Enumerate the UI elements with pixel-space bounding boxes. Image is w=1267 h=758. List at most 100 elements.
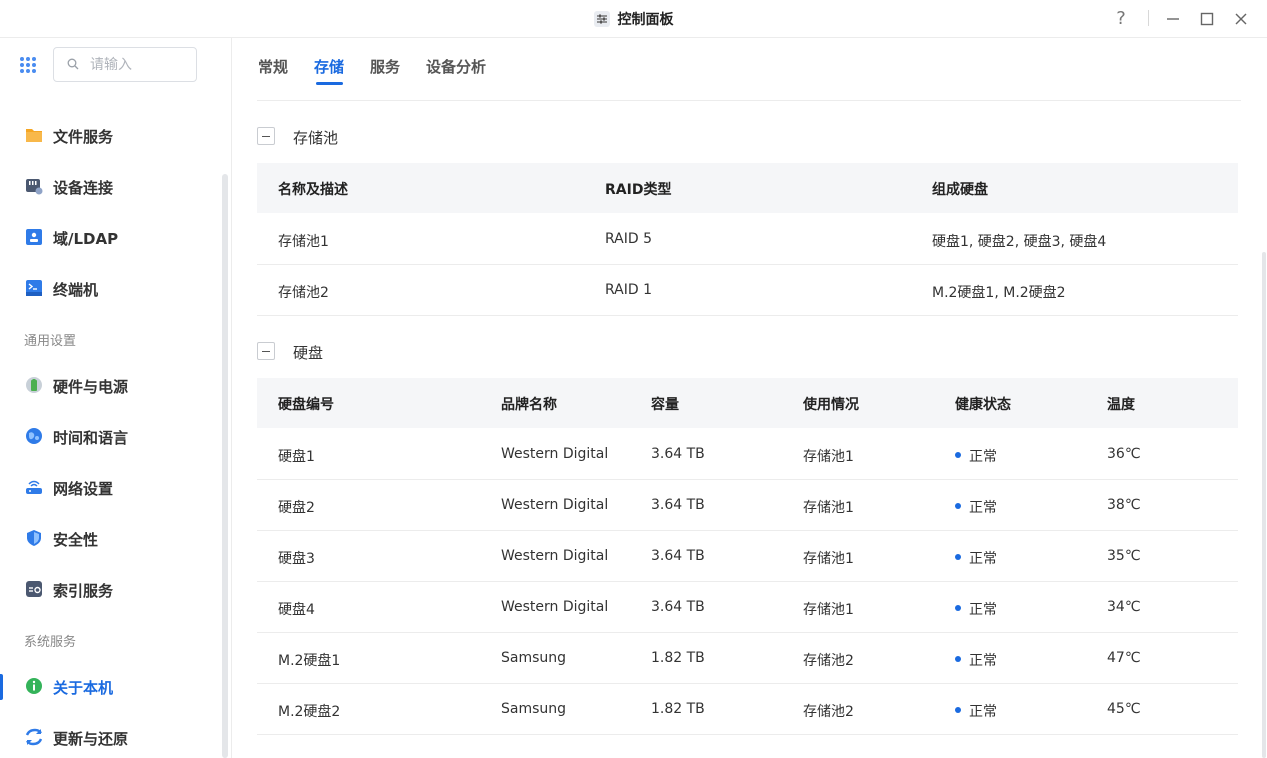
table-row[interactable]: 硬盘1 Western Digital 3.64 TB 存储池1 正常 36℃ [257, 429, 1238, 480]
sidebar-item-label: 关于本机 [53, 679, 114, 697]
sidebar-item-file-service[interactable]: 文件服务 [0, 115, 222, 155]
sidebar-item-label: 索引服务 [53, 582, 114, 600]
disk-health: 正常 [955, 548, 997, 568]
sidebar-item-device-connect[interactable]: 设备连接 [0, 166, 222, 206]
table-row[interactable]: 存储池2 RAID 1 M.2硬盘1, M.2硬盘2 [257, 265, 1238, 316]
disk-capacity: 3.64 TB [651, 599, 705, 615]
table-row[interactable]: M.2硬盘2 Samsung 1.82 TB 存储池2 正常 45℃ [257, 684, 1238, 735]
window-title: 控制面板 [617, 12, 674, 28]
app-grid-icon[interactable] [19, 56, 37, 74]
health-text: 正常 [969, 653, 997, 669]
disk-usage: 存储池2 [803, 653, 854, 669]
disk-temperature: 36℃ [1107, 446, 1141, 462]
raid-type: RAID 5 [605, 231, 653, 247]
member-disks: 硬盘1, 硬盘2, 硬盘3, 硬盘4 [932, 234, 1107, 250]
table-row[interactable]: 硬盘4 Western Digital 3.64 TB 存储池1 正常 34℃ [257, 582, 1238, 633]
maximize-button[interactable] [1196, 8, 1218, 30]
column-header[interactable]: 容量 [651, 394, 679, 414]
disk-id: 硬盘4 [278, 602, 315, 618]
main-scrollbar[interactable] [1262, 252, 1266, 758]
tab-general[interactable]: 常规 [258, 56, 288, 77]
sidebar-scrollbar[interactable] [222, 174, 228, 758]
column-header[interactable]: 使用情况 [803, 394, 859, 414]
disk-usage: 存储池1 [803, 500, 854, 516]
disk-capacity: 1.82 TB [651, 701, 705, 717]
table-row[interactable]: M.2硬盘1 Samsung 1.82 TB 存储池2 正常 47℃ [257, 633, 1238, 684]
tab-services[interactable]: 服务 [370, 56, 400, 77]
search-box[interactable] [53, 47, 197, 82]
sidebar: 文件服务 设备连接 域/LDAP 终端机 通用设置 硬件与电源 时间和语言 网络… [0, 38, 232, 758]
column-header[interactable]: 名称及描述 [278, 179, 348, 199]
health-text: 正常 [969, 500, 997, 516]
section-title: 存储池 [293, 129, 339, 147]
disk-usage: 存储池1 [803, 551, 854, 567]
tab-bar: 常规 存储 服务 设备分析 [232, 38, 1267, 100]
ldap-icon [26, 229, 42, 245]
sidebar-item-about[interactable]: 关于本机 [0, 666, 222, 706]
column-header[interactable]: 组成硬盘 [932, 179, 988, 199]
folder-icon [26, 129, 42, 142]
status-dot-icon [955, 605, 961, 611]
disk-temperature: 34℃ [1107, 599, 1141, 615]
column-header[interactable]: 硬盘编号 [278, 394, 334, 414]
table-row[interactable]: 硬盘2 Western Digital 3.64 TB 存储池1 正常 38℃ [257, 480, 1238, 531]
disk-temperature: 47℃ [1107, 650, 1141, 666]
section-title: 硬盘 [293, 344, 324, 362]
sidebar-item-update-restore[interactable]: 更新与还原 [0, 717, 222, 757]
help-button[interactable]: ? [1110, 8, 1132, 30]
health-text: 正常 [969, 551, 997, 567]
sidebar-item-label: 安全性 [53, 531, 99, 549]
shield-icon [27, 530, 41, 546]
sidebar-item-hardware-power[interactable]: 硬件与电源 [0, 365, 222, 405]
sidebar-item-time-language[interactable]: 时间和语言 [0, 416, 222, 456]
search-input[interactable] [90, 56, 190, 74]
table-row[interactable]: 存储池1 RAID 5 硬盘1, 硬盘2, 硬盘3, 硬盘4 [257, 214, 1238, 265]
health-text: 正常 [969, 704, 997, 720]
control-panel-icon [593, 11, 610, 27]
sidebar-item-ldap[interactable]: 域/LDAP [0, 217, 222, 257]
sidebar-item-index-service[interactable]: 索引服务 [0, 569, 222, 609]
tab-device-analysis[interactable]: 设备分析 [426, 56, 486, 77]
disk-health: 正常 [955, 599, 997, 619]
storage-pool-table-header: 名称及描述 RAID类型 组成硬盘 [257, 163, 1238, 213]
disk-health: 正常 [955, 446, 997, 466]
disk-id: 硬盘2 [278, 500, 315, 516]
health-text: 正常 [969, 602, 997, 618]
column-header[interactable]: 温度 [1107, 394, 1135, 414]
collapse-icon[interactable] [257, 127, 275, 145]
disk-health: 正常 [955, 650, 997, 670]
sidebar-item-security[interactable]: 安全性 [0, 518, 222, 558]
index-icon [26, 581, 42, 597]
disk-brand: Samsung [501, 701, 567, 717]
tab-storage[interactable]: 存储 [314, 56, 344, 77]
window-title-group: 控制面板 [0, 9, 1267, 29]
info-icon [26, 678, 42, 694]
disk-id: M.2硬盘2 [278, 704, 341, 720]
disk-id: 硬盘1 [278, 449, 315, 465]
sidebar-item-network[interactable]: 网络设置 [0, 467, 222, 507]
sidebar-item-label: 更新与还原 [53, 730, 129, 748]
close-button[interactable] [1230, 8, 1252, 30]
status-dot-icon [955, 452, 961, 458]
disk-health: 正常 [955, 497, 997, 517]
disk-usage: 存储池1 [803, 449, 854, 465]
disks-table-header: 硬盘编号 品牌名称 容量 使用情况 健康状态 温度 [257, 378, 1238, 428]
sidebar-item-label: 设备连接 [53, 179, 114, 197]
sidebar-item-terminal[interactable]: 终端机 [0, 268, 222, 308]
column-header[interactable]: 品牌名称 [501, 394, 557, 414]
sidebar-item-label: 终端机 [53, 281, 99, 299]
globe-icon [26, 428, 42, 444]
disk-capacity: 3.64 TB [651, 446, 705, 462]
minimize-button[interactable] [1162, 8, 1184, 30]
pool-name: 存储池2 [278, 285, 329, 301]
sidebar-item-label: 文件服务 [53, 128, 114, 146]
member-disks: M.2硬盘1, M.2硬盘2 [932, 285, 1066, 301]
section-system-services: 系统服务 [24, 635, 77, 650]
tab-divider [257, 100, 1241, 101]
collapse-icon[interactable] [257, 342, 275, 360]
table-row[interactable]: 硬盘3 Western Digital 3.64 TB 存储池1 正常 35℃ [257, 531, 1238, 582]
column-header[interactable]: 健康状态 [955, 394, 1011, 414]
disk-brand: Western Digital [501, 497, 609, 513]
column-header[interactable]: RAID类型 [605, 179, 671, 199]
disk-capacity: 3.64 TB [651, 548, 705, 564]
